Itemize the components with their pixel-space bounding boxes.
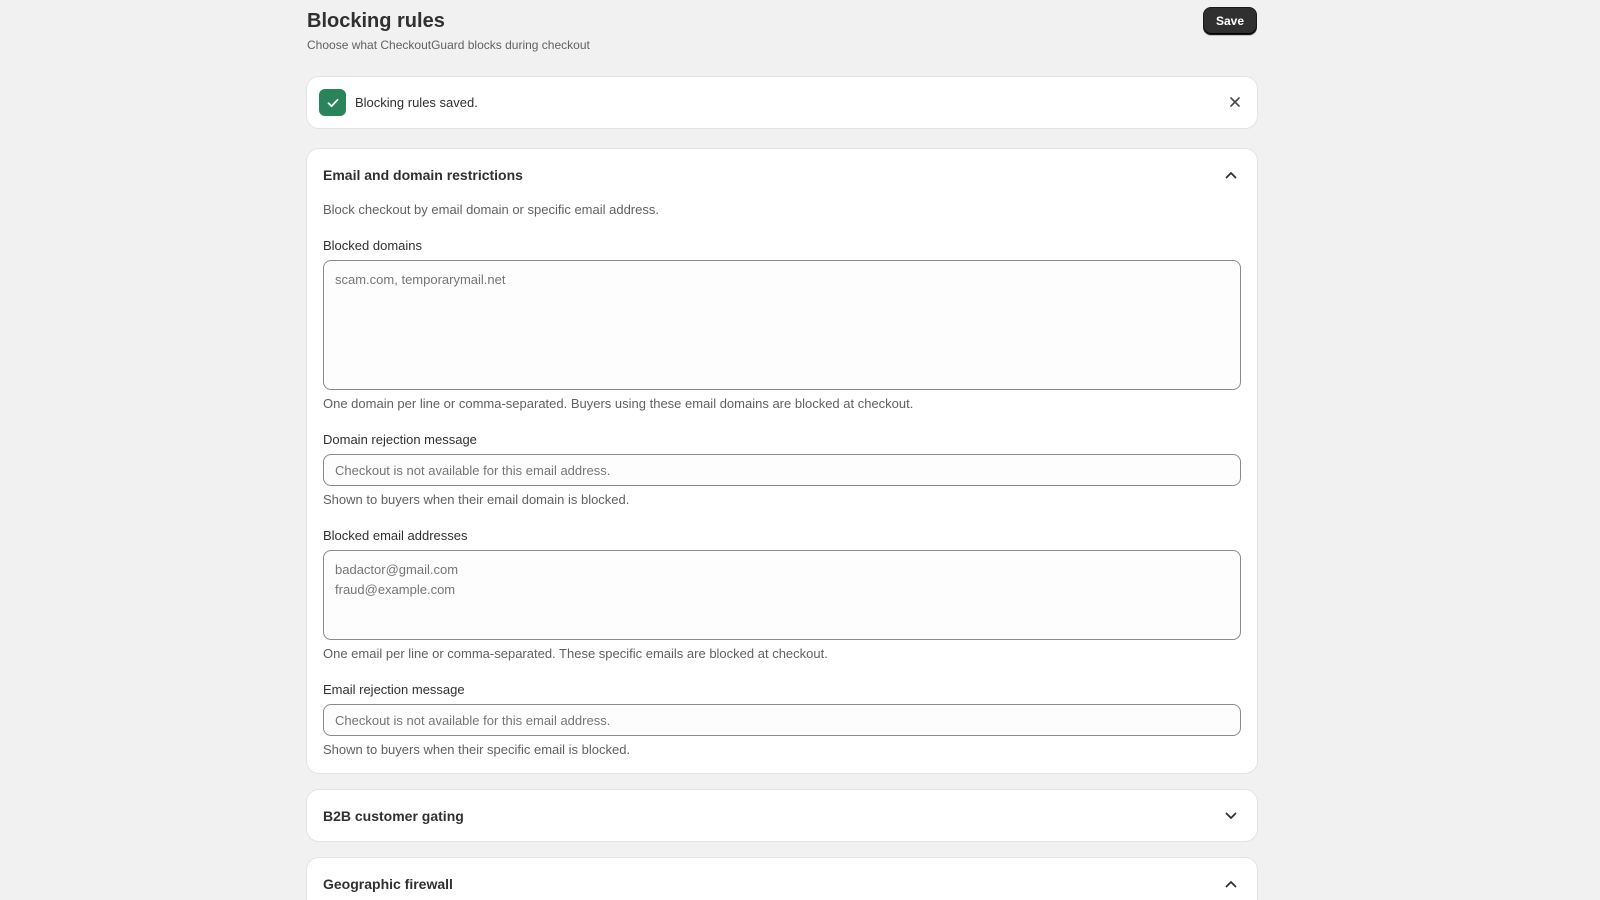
success-banner: Blocking rules saved. [307,77,1257,128]
geo-section-header[interactable]: Geographic firewall [323,858,1241,900]
domain-message-help: Shown to buyers when their email domain … [323,492,630,507]
email-domain-section-header[interactable]: Email and domain restrictions [323,149,1241,200]
domain-message-field[interactable] [323,454,1241,486]
banner-message: Blocking rules saved. [355,95,478,110]
section-title: B2B customer gating [323,807,464,824]
chevron-up-icon[interactable] [1221,165,1241,185]
blocked-emails-help: One email per line or comma-separated. T… [323,646,828,661]
blocked-emails-label: Blocked email addresses [323,528,468,543]
chevron-up-icon[interactable] [1221,874,1241,894]
save-button[interactable]: Save [1202,7,1257,35]
page-title: Blocking rules [307,10,445,32]
b2b-section: B2B customer gating [307,790,1257,841]
domain-message-label: Domain rejection message [323,432,477,447]
page-header: Blocking rules Choose what CheckoutGuard… [307,0,1257,77]
chevron-down-icon[interactable] [1221,806,1241,826]
blocking-rules-page: Blocking rules Choose what CheckoutGuard… [307,0,1257,900]
email-message-help: Shown to buyers when their specific emai… [323,742,631,757]
close-icon[interactable] [1225,92,1245,112]
blocked-emails-field[interactable] [323,550,1241,640]
b2b-section-header[interactable]: B2B customer gating [323,790,1241,841]
section-description: Block checkout by email domain or specif… [323,202,659,217]
page-subtitle: Choose what CheckoutGuard blocks during … [307,38,590,52]
check-icon [319,89,346,116]
email-message-label: Email rejection message [323,682,465,697]
section-title: Geographic firewall [323,875,453,892]
geo-section: Geographic firewall [307,858,1257,900]
email-domain-section: Email and domain restrictions Block chec… [307,149,1257,773]
blocked-domains-help: One domain per line or comma-separated. … [323,396,914,411]
email-message-field[interactable] [323,704,1241,736]
blocked-domains-label: Blocked domains [323,238,422,253]
section-title: Email and domain restrictions [323,166,523,183]
blocked-domains-field[interactable] [323,260,1241,390]
